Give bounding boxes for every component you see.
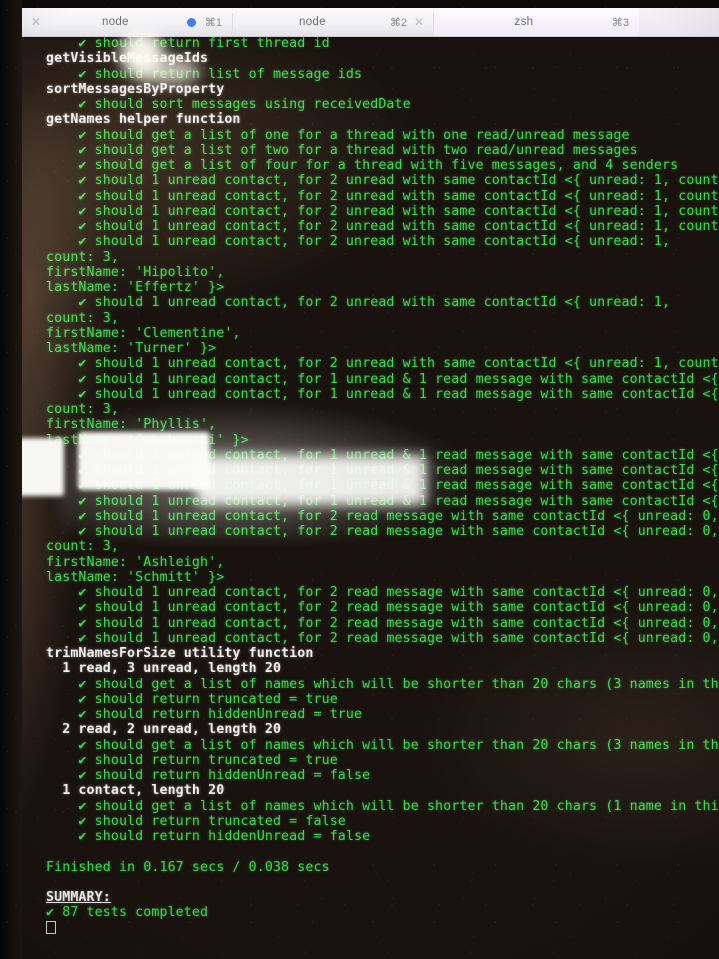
terminal-test-line: ✔ should return truncated = true: [46, 752, 338, 768]
close-icon[interactable]: ✕: [28, 15, 44, 29]
terminal-test-line: firstName: 'Ashleigh',: [46, 554, 225, 570]
terminal-test-line: ✔ should 1 unread contact, for 1 unread …: [46, 386, 719, 402]
terminal-tab-title: node: [299, 16, 326, 28]
terminal-test-line: ✔ should 1 unread contact, for 2 read me…: [46, 508, 719, 524]
terminal-test-line: firstName: 'Phyllis',: [46, 417, 217, 433]
terminal-test-line: ✔ should get a list of four for a thread…: [46, 158, 679, 173]
terminal-test-line: ✔ should sort messages using receivedDat…: [46, 97, 411, 112]
terminal-suite-line: trimNamesForSize utility function: [46, 646, 314, 661]
terminal-tab-shortcut: ⌘1: [204, 16, 222, 29]
terminal-tab-shortcut: ⌘2: [389, 16, 407, 29]
photographed-screen: ✕ node ⌘1 node ⌘2 ✕ zsh ⌘3 ✔ should retu…: [0, 0, 719, 959]
terminal-test-line: ✔ should 1 unread contact, for 2 read me…: [46, 615, 719, 631]
terminal-summary-heading: SUMMARY:: [46, 890, 111, 905]
terminal-tab-node-2[interactable]: node ⌘2 ✕: [233, 8, 433, 36]
terminal-test-line: ✔ should return list of message ids: [46, 66, 363, 82]
terminal-test-line: firstName: 'Hipolito',: [46, 264, 225, 280]
terminal-test-line: ✔ should 1 unread contact, for 2 unread …: [46, 295, 671, 311]
terminal-test-line: ✔ should 1 unread contact, for 2 read me…: [46, 524, 719, 539]
screen-bezel-left: [0, 0, 22, 959]
terminal-test-line: ✔ should return hiddenUnread = true: [46, 707, 363, 722]
terminal-test-line: lastName: 'Jakubowski' }>: [46, 432, 249, 448]
terminal-tab-title: zsh: [514, 16, 534, 28]
terminal-test-line: firstName: 'Clementine',: [46, 325, 241, 341]
terminal-test-line: ✔ 87 tests completed: [46, 905, 209, 921]
terminal-test-line: ✔ should 1 unread contact, for 1 unread …: [46, 463, 719, 478]
terminal-test-line: lastName: 'Effertz' }>: [46, 280, 225, 295]
terminal-test-line: ✔ should return first thread id: [46, 36, 330, 51]
terminal-test-line: ✔ should 1 unread contact, for 2 read me…: [46, 600, 719, 616]
terminal-test-line: ✔ should 1 unread contact, for 2 read me…: [46, 585, 719, 600]
terminal-test-line: count: 3,: [46, 310, 119, 326]
terminal-test-line: ✔ should get a list of one for a thread …: [46, 127, 630, 143]
terminal-test-line: ✔ should 1 unread contact, for 2 unread …: [46, 356, 719, 372]
terminal-test-line: Finished in 0.167 secs / 0.038 secs: [46, 859, 330, 875]
terminal-suite-line: 1 read, 3 unread, length 20: [46, 661, 282, 677]
terminal-test-line: ✔ should 1 unread contact, for 1 unread …: [46, 371, 719, 387]
terminal-tab-bar: ✕ node ⌘1 node ⌘2 ✕ zsh ⌘3: [22, 8, 719, 37]
terminal-test-line: count: 3,: [46, 539, 119, 555]
terminal-suite-line: 1 contact, length 20: [46, 783, 225, 799]
terminal-tab-title: node: [102, 16, 129, 28]
terminal-test-line: ✔ should get a list of names which will …: [46, 798, 719, 814]
terminal-test-line: ✔ should 1 unread contact, for 2 read me…: [46, 630, 719, 646]
terminal-test-line: ✔ should 1 unread contact, for 2 unread …: [46, 203, 719, 219]
terminal-test-line: ✔ should 1 unread contact, for 2 unread …: [46, 234, 671, 250]
terminal-test-line: ✔ should return hiddenUnread = false: [46, 768, 371, 783]
terminal-suite-line: getVisibleMessageIds: [46, 51, 209, 67]
terminal-output-pane[interactable]: ✔ should return first thread id getVisibl…: [22, 36, 719, 959]
terminal-tab-shortcut: ⌘3: [611, 16, 629, 29]
terminal-test-line: lastName: 'Turner' }>: [46, 341, 217, 356]
terminal-test-line: ✔ should 1 unread contact, for 1 unread …: [46, 493, 719, 509]
terminal-line-list: ✔ should return first thread id getVisibl…: [22, 36, 719, 937]
terminal-test-line: ✔ should 1 unread contact, for 2 unread …: [46, 173, 719, 189]
terminal-test-line: count: 3,: [46, 249, 119, 265]
close-icon[interactable]: ✕: [411, 15, 427, 29]
terminal-test-line: lastName: 'Schmitt' }>: [46, 569, 225, 585]
terminal-test-line: ✔ should 1 unread contact, for 2 unread …: [46, 219, 719, 234]
terminal-test-line: ✔ should return truncated = true: [46, 691, 338, 707]
terminal-tab-node-1[interactable]: ✕ node ⌘1: [22, 8, 232, 36]
terminal-suite-line: sortMessagesByProperty: [46, 81, 225, 97]
terminal-tab-zsh[interactable]: zsh ⌘3: [434, 8, 639, 36]
terminal-test-line: ✔ should 1 unread contact, for 2 unread …: [46, 188, 719, 204]
terminal-test-line: count: 3,: [46, 402, 119, 417]
terminal-test-line: ✔ should 1 unread contact, for 1 unread …: [46, 478, 719, 494]
cursor-block-icon: [46, 920, 56, 934]
terminal-test-line: ✔ should return truncated = false: [46, 813, 346, 829]
terminal-test-line: ✔ should get a list of names which will …: [46, 737, 719, 753]
tab-bar-filler: [639, 8, 719, 36]
terminal-suite-line: 2 read, 2 unread, length 20: [46, 722, 282, 738]
terminal-test-line: ✔ should get a list of names which will …: [46, 676, 719, 692]
terminal-cursor: [46, 920, 719, 937]
terminal-test-line: ✔ should return hiddenUnread = false: [46, 829, 371, 844]
terminal-suite-line: getNames helper function: [46, 112, 241, 128]
terminal-test-line: ✔ should get a list of two for a thread …: [46, 142, 638, 158]
activity-dot-icon: [186, 17, 196, 27]
terminal-test-line: ✔ should 1 unread contact, for 1 unread …: [46, 447, 719, 463]
